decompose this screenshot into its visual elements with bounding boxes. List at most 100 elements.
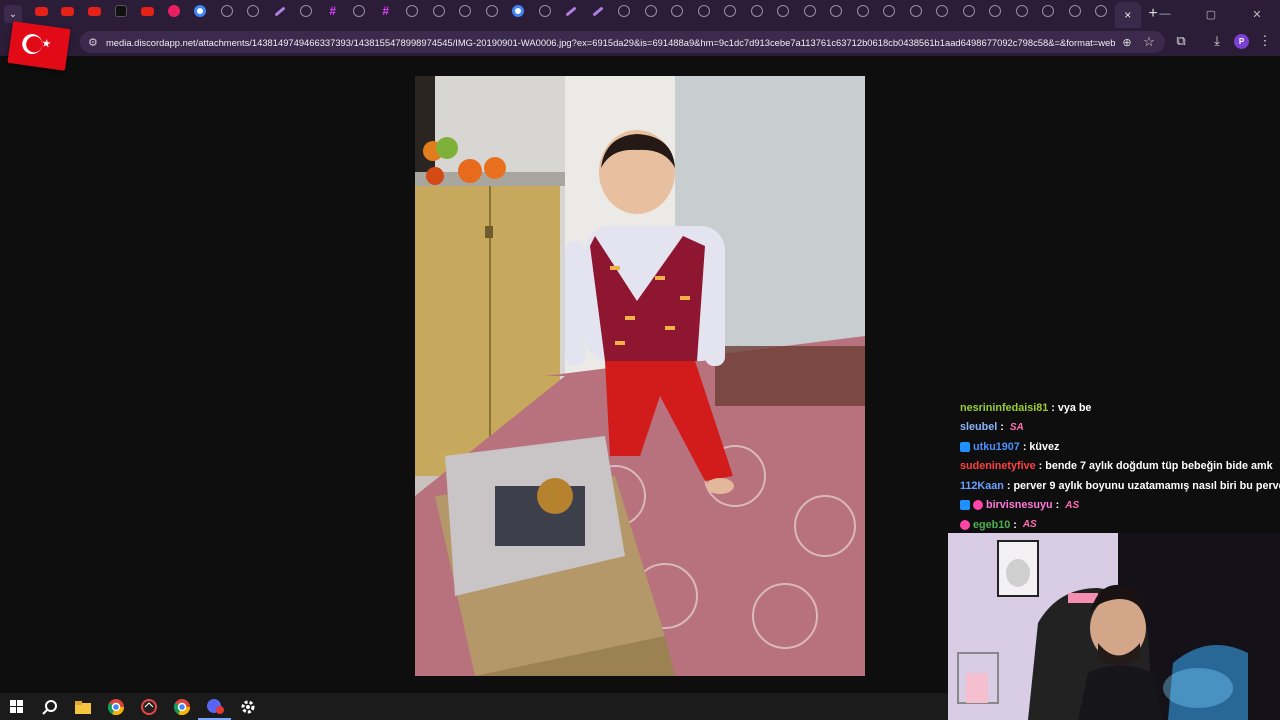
file-explorer-icon[interactable] <box>66 693 99 720</box>
browser-tab[interactable] <box>664 0 691 22</box>
browser-tab[interactable] <box>134 0 161 22</box>
globe-icon <box>750 5 763 17</box>
chat-text: perver 9 aylık boyunu uzatamamış nasıl b… <box>1013 479 1280 492</box>
address-bar[interactable]: ⚙ media.discordapp.net/attachments/14381… <box>80 31 1165 53</box>
browser-tab[interactable] <box>1088 0 1115 22</box>
browser-tab[interactable] <box>797 0 824 22</box>
browser-tab[interactable] <box>426 0 453 22</box>
browser-tab[interactable] <box>161 0 188 22</box>
browser-tab[interactable] <box>532 0 559 22</box>
active-tab[interactable]: × <box>1114 2 1141 28</box>
chat-separator: : <box>1013 518 1017 531</box>
youtube-icon <box>140 6 154 16</box>
browser-tab[interactable] <box>1062 0 1089 22</box>
site-info-icon[interactable]: ⚙ <box>88 36 102 49</box>
webcam-illustration <box>948 533 1280 720</box>
chat-username[interactable]: 112Kaan <box>960 480 1004 492</box>
start-icon[interactable] <box>0 693 33 720</box>
chat-message: nesrininfedaisi81: vya be <box>960 398 1280 418</box>
feather-icon <box>274 5 286 17</box>
browser-tab[interactable] <box>293 0 320 22</box>
chat-username[interactable]: egeb10 <box>973 519 1010 531</box>
browser-tab[interactable] <box>452 0 479 22</box>
browser-tab[interactable] <box>214 0 241 22</box>
browser-tab[interactable] <box>187 0 214 22</box>
chat-separator: : <box>1022 440 1027 453</box>
browser-tab[interactable] <box>1035 0 1062 22</box>
browser-tab[interactable] <box>770 0 797 22</box>
browser-tab[interactable] <box>717 0 744 22</box>
chat-username[interactable]: nesrininfedaisi81 <box>960 402 1048 414</box>
browser-tab[interactable] <box>691 0 718 22</box>
extensions-icon[interactable]: ⧉ <box>1172 33 1190 49</box>
minimize-button[interactable]: — <box>1142 8 1188 20</box>
zoom-icon[interactable]: ⊕ <box>1116 36 1138 49</box>
chat-separator: : <box>1038 460 1043 473</box>
menu-kebab-icon[interactable]: ⋮ <box>1256 33 1274 49</box>
browser-tab[interactable] <box>744 0 771 22</box>
chat-message: sleubel: SA <box>960 418 1280 438</box>
browser-tab[interactable] <box>982 0 1009 22</box>
browser-tab[interactable] <box>55 0 82 22</box>
app-icon[interactable] <box>132 693 165 720</box>
settings-icon[interactable] <box>231 693 264 720</box>
browser-tab[interactable] <box>823 0 850 22</box>
google-icon <box>512 5 525 17</box>
browser-tab[interactable] <box>28 0 55 22</box>
close-tab-icon[interactable]: × <box>1124 8 1131 22</box>
maximize-button[interactable]: ▢ <box>1188 8 1234 21</box>
browser-tab[interactable] <box>929 0 956 22</box>
browser-tab[interactable] <box>611 0 638 22</box>
chat-text: küvez <box>1029 440 1060 453</box>
globe-icon <box>644 5 657 17</box>
chrome-icon[interactable] <box>165 693 198 720</box>
browser-tab[interactable] <box>876 0 903 22</box>
globe-icon <box>247 5 260 17</box>
browser-tab[interactable] <box>505 0 532 22</box>
globe-icon <box>883 5 896 17</box>
tiktok-icon <box>114 5 127 17</box>
tab-search-button[interactable]: ⌄ <box>4 5 22 23</box>
browser-tab[interactable] <box>903 0 930 22</box>
bookmark-star-icon[interactable]: ☆ <box>1138 34 1160 50</box>
browser-tab[interactable] <box>558 0 585 22</box>
browser-tab[interactable] <box>240 0 267 22</box>
viewed-image <box>415 76 865 676</box>
globe-icon <box>962 5 975 17</box>
stream-chat: nesrininfedaisi81: vya be sleubel: SA utku19… <box>960 398 1280 535</box>
url-text[interactable]: media.discordapp.net/attachments/1438149… <box>106 37 1116 48</box>
browser-tab[interactable] <box>638 0 665 22</box>
globe-icon <box>353 5 366 17</box>
close-window-button[interactable]: ✕ <box>1234 8 1280 21</box>
discord-icon[interactable] <box>198 693 231 720</box>
chat-text: vya be <box>1057 401 1092 414</box>
chat-username[interactable]: sleubel <box>960 421 997 433</box>
chrome-icon[interactable] <box>99 693 132 720</box>
chat-username[interactable]: sudeninetyfive <box>960 460 1036 472</box>
browser-tab[interactable] <box>346 0 373 22</box>
browser-tab[interactable] <box>267 0 294 22</box>
browser-tab[interactable] <box>479 0 506 22</box>
browser-tab[interactable] <box>850 0 877 22</box>
browser-tab[interactable]: # <box>320 0 347 22</box>
chat-username[interactable]: utku1907 <box>973 441 1020 453</box>
browser-tab[interactable] <box>399 0 426 22</box>
browser-tab[interactable]: # <box>373 0 400 22</box>
download-icon[interactable]: ⤓ <box>1208 33 1226 49</box>
feather-icon <box>565 5 577 17</box>
globe-icon <box>724 5 737 17</box>
feather-icon <box>592 5 604 17</box>
browser-tab[interactable] <box>1009 0 1036 22</box>
google-icon <box>194 5 207 17</box>
chat-username[interactable]: birvisnesuyu <box>986 499 1053 511</box>
globe-icon <box>777 5 790 17</box>
site-icon <box>167 5 180 17</box>
browser-tab[interactable] <box>956 0 983 22</box>
search-icon[interactable] <box>33 693 66 720</box>
browser-tab[interactable] <box>585 0 612 22</box>
browser-tab[interactable] <box>81 0 108 22</box>
profile-avatar[interactable]: P <box>1234 34 1249 49</box>
chat-emote: AS <box>1022 519 1037 531</box>
photo-illustration <box>415 76 865 676</box>
browser-tab[interactable] <box>108 0 135 22</box>
